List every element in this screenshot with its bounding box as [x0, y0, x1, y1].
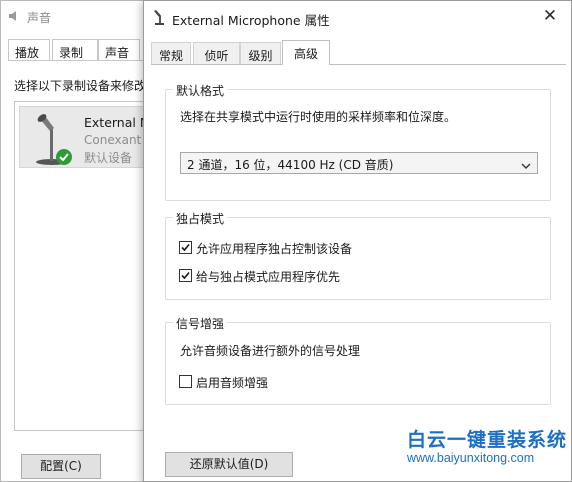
tab-advanced[interactable]: 高级 — [282, 40, 330, 65]
exclusive-mode-group: 独占模式 允许应用程序独占控制该设备 给与独占模式应用程序优先 — [165, 210, 551, 300]
allow-exclusive-checkbox[interactable] — [179, 241, 192, 254]
allow-exclusive-label: 允许应用程序独占控制该设备 — [196, 242, 353, 256]
watermark-url: www.baiyunxitong.com — [407, 451, 535, 465]
sound-window-title: 声音 — [27, 11, 52, 25]
signal-enhancements-group: 信号增强 允许音频设备进行额外的信号处理 启用音频增强 — [165, 315, 551, 405]
format-selected-value: 2 通道，16 位，44100 Hz (CD 音质) — [187, 158, 394, 172]
tab-recording[interactable]: 录制 — [52, 39, 98, 61]
watermark: 白云一键重装系统 www.baiyunxitong.com — [405, 425, 569, 471]
default-format-title: 默认格式 — [173, 82, 228, 99]
chevron-down-icon — [521, 159, 531, 169]
restore-defaults-button[interactable]: 还原默认值(D) — [165, 452, 293, 477]
properties-titlebar: External Microphone 属性 ✕ — [144, 1, 571, 33]
close-button[interactable]: ✕ — [539, 5, 561, 27]
device-item-external-mic[interactable]: External Mi Conexant 2 默认设备 — [19, 106, 159, 168]
exclusive-priority-checkbox[interactable] — [179, 269, 192, 282]
properties-window: External Microphone 属性 ✕ 常规 侦听 级别 高级 默认格… — [143, 0, 572, 482]
microphone-icon — [152, 9, 166, 25]
tab-general[interactable]: 常规 — [151, 42, 191, 64]
enable-enhancements-label: 启用音频增强 — [196, 376, 269, 390]
configure-button[interactable]: 配置(C) — [21, 454, 101, 479]
microphone-icon — [28, 113, 76, 169]
default-format-description: 选择在共享模式中运行时使用的采样频率和位深度。 — [180, 110, 457, 124]
speaker-icon — [7, 9, 21, 23]
exclusive-mode-title: 独占模式 — [173, 210, 228, 227]
exclusive-priority-label: 给与独占模式应用程序优先 — [196, 270, 341, 284]
check-badge-icon — [56, 149, 72, 165]
recording-instruction: 选择以下录制设备来修改 — [14, 79, 147, 93]
properties-tabs: 常规 侦听 级别 高级 — [151, 40, 566, 65]
signal-enhancements-description: 允许音频设备进行额外的信号处理 — [180, 344, 361, 358]
tab-levels[interactable]: 级别 — [240, 42, 281, 64]
properties-title: External Microphone 属性 — [172, 13, 330, 28]
signal-enhancements-title: 信号增强 — [173, 315, 228, 332]
format-dropdown[interactable]: 2 通道，16 位，44100 Hz (CD 音质) — [180, 152, 538, 174]
tab-sounds[interactable]: 声音 — [98, 39, 140, 61]
watermark-title: 白云一键重装系统 — [407, 429, 568, 451]
default-format-group: 默认格式 选择在共享模式中运行时使用的采样频率和位深度。 2 通道，16 位，4… — [165, 82, 551, 201]
tab-playback[interactable]: 播放 — [8, 39, 50, 61]
enable-enhancements-checkbox[interactable] — [179, 375, 192, 388]
recording-device-list[interactable]: External Mi Conexant 2 默认设备 — [14, 101, 164, 431]
device-status: 默认设备 — [84, 151, 133, 165]
tab-listen[interactable]: 侦听 — [193, 42, 240, 64]
